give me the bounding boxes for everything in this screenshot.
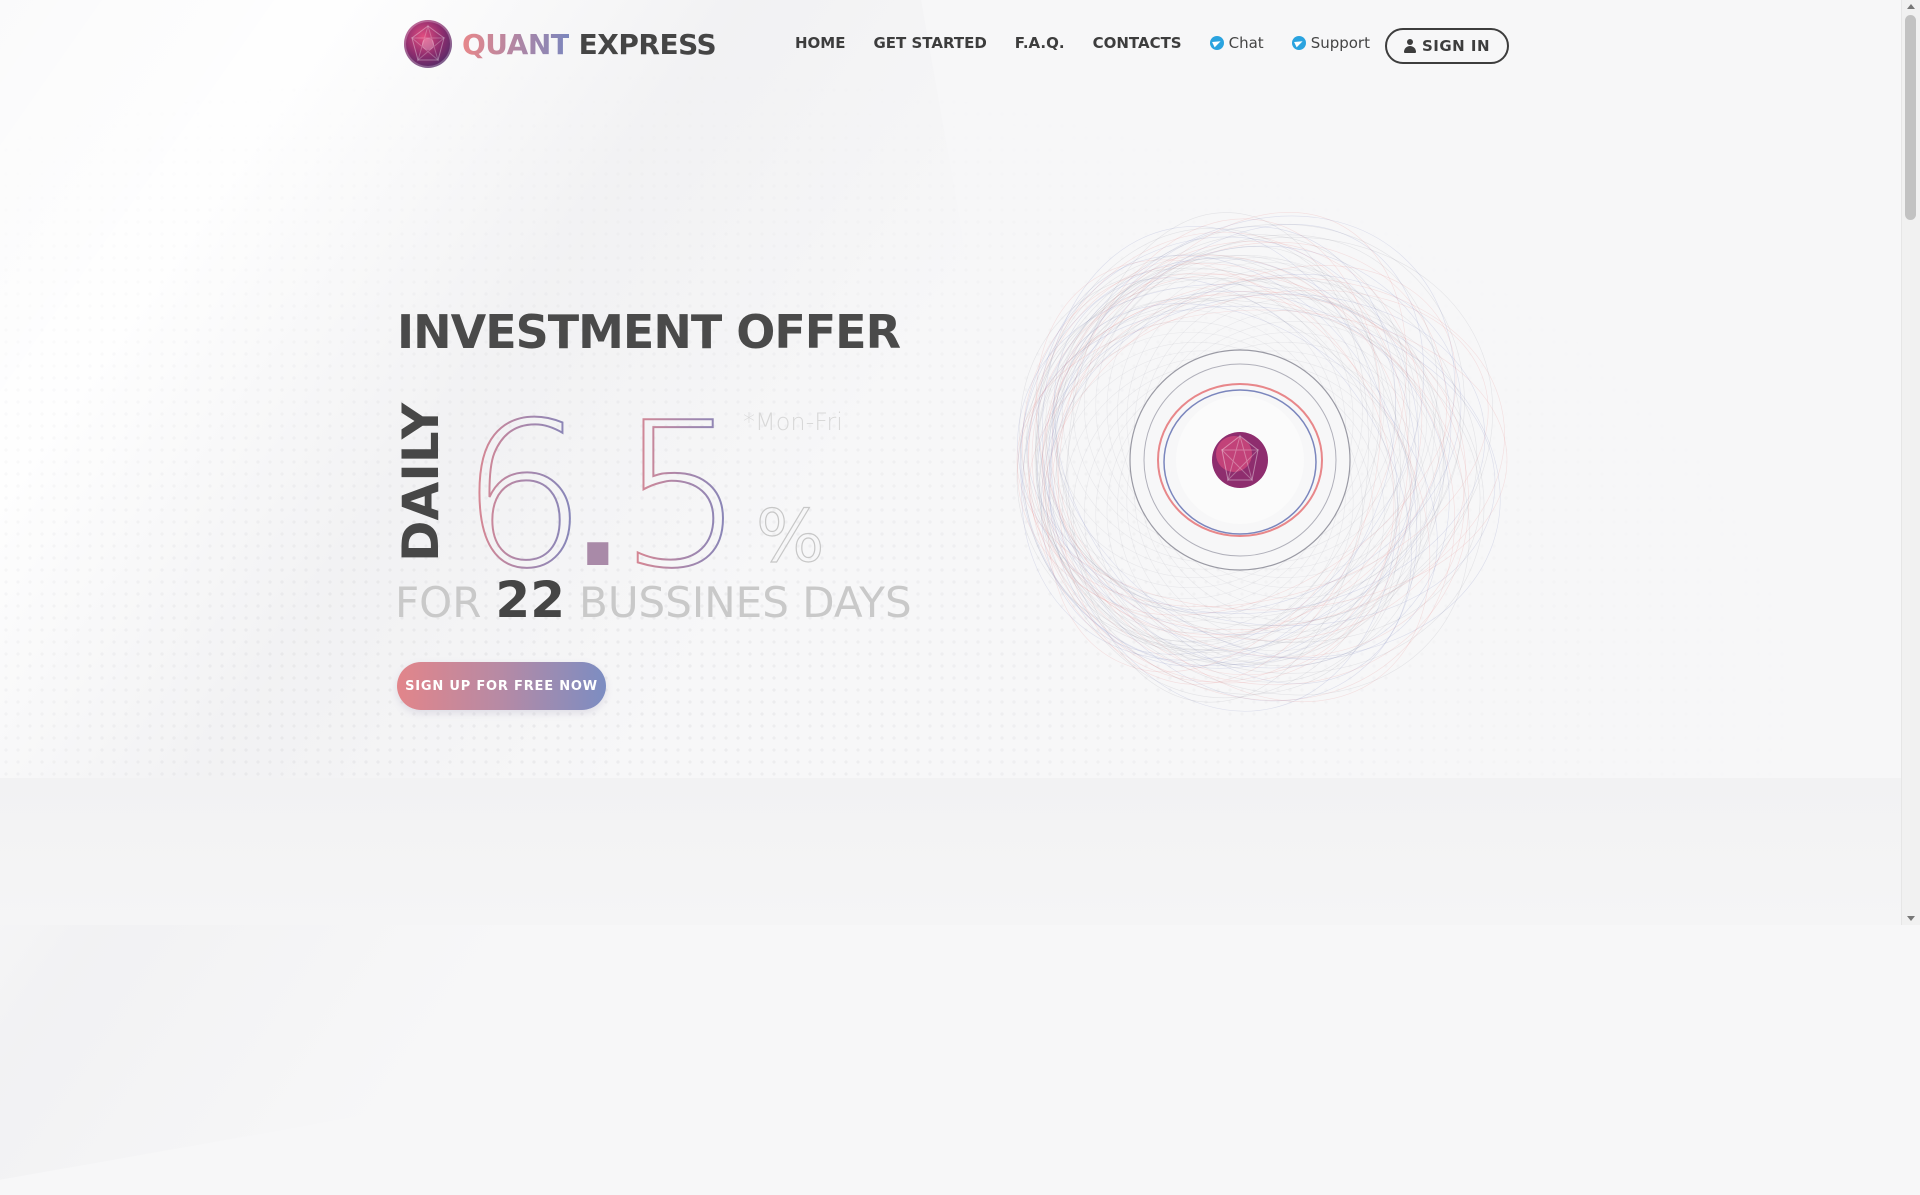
scroll-up-arrow-icon[interactable] [1907,4,1915,9]
rate-dot: . [575,455,621,575]
brand-logo[interactable]: QUANT EXPRESS [404,20,717,68]
sign-in-button[interactable]: SIGN IN [1385,28,1509,64]
days-word: BUSSINES DAYS [579,578,912,627]
main-nav: HOME GET STARTED F.A.Q. CONTACTS Chat Su… [795,34,1398,52]
brand-word-express: EXPRESS [578,27,717,61]
days-count: 22 [495,571,565,629]
nav-faq[interactable]: F.A.Q. [1015,34,1065,52]
nav-chat[interactable]: Chat [1209,34,1264,52]
brand-word-quant: QUANT [462,27,570,61]
nav-get-started[interactable]: GET STARTED [873,34,986,52]
nav-support[interactable]: Support [1291,34,1370,52]
rate-integer: 6 [460,395,587,575]
nav-contacts[interactable]: CONTACTS [1093,34,1182,52]
scrollbar-thumb[interactable] [1905,15,1916,220]
nav-chat-label: Chat [1228,34,1264,52]
page-scrollbar[interactable] [1901,0,1920,925]
site-header: QUANT EXPRESS HOME GET STARTED F.A.Q. CO… [0,0,1902,90]
crystal-gem-logo-icon [404,20,452,68]
daily-label: DAILY [392,402,450,562]
signup-cta-button[interactable]: SIGN UP FOR FREE NOW [397,662,606,710]
telegram-icon [1291,36,1306,50]
crystal-gem-icon [1212,432,1268,488]
percent-sign: % [756,494,824,575]
for-word: FOR [395,578,482,627]
user-icon [1403,39,1416,53]
telegram-icon [1209,36,1224,50]
scroll-down-arrow-icon[interactable] [1907,916,1915,921]
term-line: FOR 22 BUSSINES DAYS [395,571,912,629]
spirograph-orb-illustration [1016,212,1508,712]
sign-in-label: SIGN IN [1421,37,1491,55]
background-band [0,778,1902,925]
brand-name: QUANT EXPRESS [462,27,717,61]
nav-support-label: Support [1310,34,1370,52]
hero-title: INVESTMENT OFFER [397,305,901,359]
rate-footnote: *Mon-Fri [743,408,843,436]
rate-decimal: 5 [618,395,745,575]
nav-home[interactable]: HOME [795,34,845,52]
